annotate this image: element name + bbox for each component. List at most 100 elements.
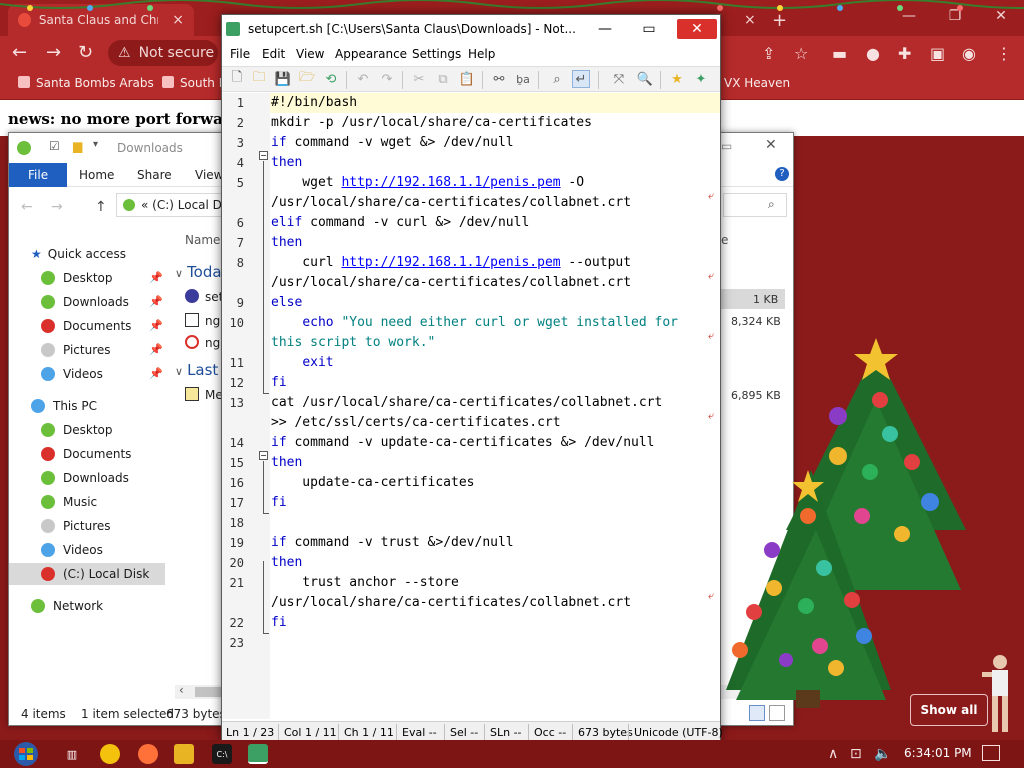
nav-pc-pictures[interactable]: Pictures bbox=[41, 515, 197, 537]
pin-icon[interactable]: 📌 bbox=[149, 271, 163, 284]
pin-icon[interactable]: 📌 bbox=[149, 319, 163, 332]
scroll-left-icon[interactable]: ‹ bbox=[179, 683, 184, 697]
taskbar-clock[interactable]: 6:34:01 PM bbox=[904, 746, 972, 760]
ribbon-tab-share[interactable]: Share bbox=[123, 163, 186, 187]
profile-avatar-icon[interactable]: ◉ bbox=[962, 44, 976, 63]
nav-pc-videos[interactable]: Videos bbox=[41, 539, 197, 561]
browse-icon[interactable]: 🗁 bbox=[298, 70, 316, 88]
explorer-restore-icon[interactable]: ▭ bbox=[721, 139, 732, 153]
back-arrow-icon[interactable]: ← bbox=[12, 42, 27, 63]
tab-close-icon[interactable]: × bbox=[744, 12, 756, 28]
explorer-address-bar[interactable]: « (C:) Local Disk bbox=[116, 193, 226, 217]
explorer-up-icon[interactable]: ↑ bbox=[95, 199, 107, 215]
nav-documents[interactable]: Documents bbox=[41, 315, 197, 337]
code-url-link[interactable]: http://192.168.1.1/penis.pem bbox=[341, 175, 560, 190]
customize-toolbar-icon[interactable]: ▾ bbox=[93, 139, 98, 150]
zoom-reset-icon[interactable]: ⤧ bbox=[610, 70, 628, 88]
file-row[interactable]: ng bbox=[185, 335, 220, 350]
nav-pc-desktop[interactable]: Desktop bbox=[41, 419, 197, 441]
help-icon[interactable]: ? bbox=[775, 167, 789, 181]
nav-pc-downloads[interactable]: Downloads bbox=[41, 467, 197, 489]
zoom-icon[interactable]: 🔍 bbox=[636, 70, 654, 88]
side-panel-icon[interactable]: ▣ bbox=[930, 44, 945, 63]
notification-center-icon[interactable] bbox=[982, 745, 1000, 761]
ribbon-tab-file[interactable]: File bbox=[9, 163, 68, 187]
nav-desktop[interactable]: Desktop bbox=[41, 267, 197, 289]
nav-downloads[interactable]: Downloads bbox=[41, 291, 197, 313]
status-encoding[interactable]: Unicode (UTF-8) bbox=[634, 726, 723, 739]
explorer-search-box[interactable]: ⌕ bbox=[723, 193, 787, 217]
menu-settings[interactable]: Settings bbox=[412, 47, 461, 61]
show-hidden-icons-icon[interactable]: ∧ bbox=[828, 746, 838, 762]
pin-icon[interactable]: 📌 bbox=[149, 295, 163, 308]
properties-icon[interactable]: ☑ bbox=[49, 139, 60, 153]
fold-marker-icon[interactable]: − bbox=[259, 151, 268, 160]
column-header-partial[interactable]: e bbox=[721, 233, 728, 247]
menu-file[interactable]: File bbox=[230, 47, 250, 61]
menu-kebab-icon[interactable]: ⋮ bbox=[996, 44, 1012, 63]
firefox-taskbar-icon[interactable] bbox=[138, 744, 158, 764]
bookmark-item[interactable]: Santa Bombs Arabs bbox=[18, 76, 154, 90]
replace-icon[interactable]: ḇa bbox=[514, 70, 532, 88]
file-row[interactable]: Me bbox=[185, 387, 223, 402]
bookmark-item[interactable]: South H bbox=[162, 76, 228, 90]
paste-icon[interactable]: 📋 bbox=[458, 70, 476, 88]
nav-pictures[interactable]: Pictures bbox=[41, 339, 197, 361]
bookmark-item[interactable]: VX Heaven bbox=[724, 76, 790, 90]
reload-icon[interactable]: ↻ bbox=[78, 42, 93, 63]
explorer-back-icon[interactable]: ← bbox=[21, 199, 33, 215]
forward-arrow-icon[interactable]: → bbox=[46, 42, 61, 63]
chrome-taskbar-icon[interactable] bbox=[100, 744, 120, 764]
share-icon[interactable]: ⇪ bbox=[762, 44, 775, 63]
network-tray-icon[interactable]: ⊡ bbox=[850, 746, 862, 762]
notepad-taskbar-icon[interactable] bbox=[248, 744, 268, 764]
new-folder-icon[interactable]: ▆ bbox=[73, 139, 82, 153]
notepad-maximize-button[interactable]: ▭ bbox=[632, 19, 666, 39]
open-folder-icon[interactable]: 🗀 bbox=[250, 70, 268, 88]
nav-this-pc[interactable]: This PC bbox=[31, 395, 187, 417]
nav-quick-access[interactable]: ★ Quick access bbox=[31, 243, 187, 265]
word-wrap-toggle-icon[interactable]: ↵ bbox=[572, 70, 590, 88]
group-header-last[interactable]: ∨ Last bbox=[175, 361, 218, 379]
code-url-link[interactable]: http://192.168.1.1/penis.pem bbox=[341, 255, 560, 270]
notepad-minimize-button[interactable]: — bbox=[588, 19, 622, 39]
pin-icon[interactable]: 📌 bbox=[149, 343, 163, 356]
file-explorer-taskbar-icon[interactable] bbox=[174, 744, 194, 764]
file-row[interactable]: ng bbox=[185, 313, 220, 328]
menu-help[interactable]: Help bbox=[468, 47, 495, 61]
reload-file-icon[interactable]: ⟲ bbox=[322, 70, 340, 88]
code-editor[interactable]: 1 2 3 4 5 6 7 8 9 10 11 12 13 14 15 16 17 18 19 20 21 22 23 #!… bbox=[222, 93, 720, 719]
extensions-puzzle-icon[interactable]: ✚ bbox=[898, 44, 911, 63]
address-bar[interactable]: ⚠ Not secure bbox=[108, 40, 218, 66]
cut-icon[interactable]: ✂ bbox=[410, 70, 428, 88]
copy-icon[interactable]: ⧉ bbox=[434, 70, 452, 88]
volume-tray-icon[interactable]: 🔈 bbox=[874, 746, 891, 762]
command-prompt-taskbar-icon[interactable]: C:\ bbox=[212, 744, 232, 764]
pin-icon[interactable]: 📌 bbox=[149, 367, 163, 380]
nav-local-disk[interactable]: (C:) Local Disk bbox=[9, 563, 165, 585]
fold-marker-icon[interactable]: − bbox=[259, 451, 268, 460]
notepad-close-button[interactable]: ✕ bbox=[677, 19, 717, 39]
explorer-forward-icon[interactable]: → bbox=[51, 199, 63, 215]
group-header-today[interactable]: ∨ Toda bbox=[175, 263, 222, 281]
print-preview-icon[interactable]: ⌕ bbox=[548, 70, 566, 88]
flag-extension-icon[interactable]: ▬ bbox=[832, 44, 847, 63]
add-favorite-icon[interactable]: ✦ bbox=[692, 70, 710, 88]
menu-view[interactable]: View bbox=[296, 47, 324, 61]
favorites-star-icon[interactable]: ★ bbox=[668, 70, 686, 88]
nav-network[interactable]: Network bbox=[31, 595, 187, 617]
extension-s-icon[interactable]: ● bbox=[866, 44, 880, 63]
menu-edit[interactable]: Edit bbox=[262, 47, 285, 61]
menu-appearance[interactable]: Appearance bbox=[335, 47, 407, 61]
save-icon[interactable]: 💾 bbox=[274, 70, 292, 88]
redo-icon[interactable]: ↷ bbox=[378, 70, 396, 88]
bookmark-star-icon[interactable]: ☆ bbox=[794, 44, 808, 63]
explorer-close-icon[interactable]: ✕ bbox=[765, 137, 777, 153]
tab-close-icon[interactable]: × bbox=[172, 12, 184, 28]
ribbon-tab-home[interactable]: Home bbox=[65, 163, 128, 187]
column-header-name[interactable]: Name bbox=[185, 233, 220, 247]
new-file-icon[interactable]: 🗋 bbox=[228, 70, 246, 88]
find-binoculars-icon[interactable]: ⚯ bbox=[490, 70, 508, 88]
task-view-icon[interactable]: ▥ bbox=[62, 744, 82, 764]
nav-pc-music[interactable]: Music bbox=[41, 491, 197, 513]
